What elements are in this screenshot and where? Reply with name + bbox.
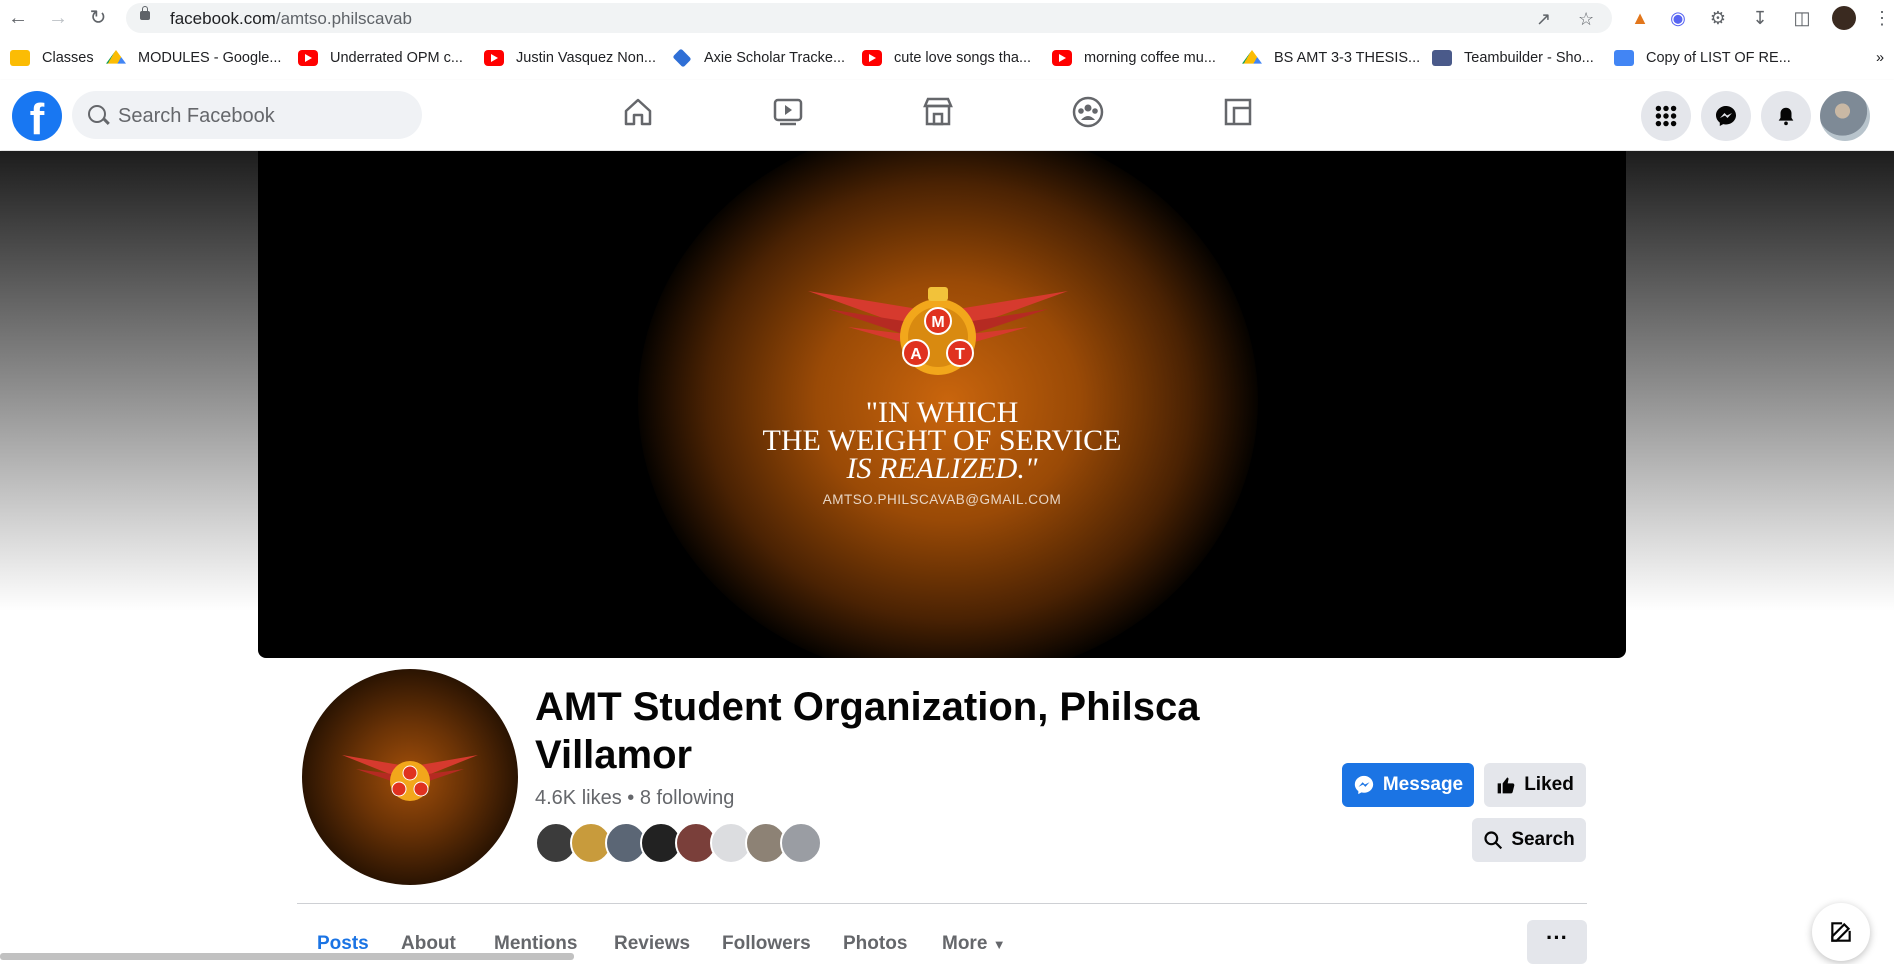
gaming-tab-icon[interactable] [1220, 94, 1264, 138]
metamask-icon[interactable]: ▲ [1628, 6, 1652, 30]
search-input[interactable] [116, 91, 410, 141]
tab-about[interactable]: About [401, 933, 456, 955]
bookmark-item[interactable]: Justin Vasquez Non... [484, 48, 656, 68]
download-icon[interactable]: ↧ [1748, 6, 1772, 30]
search-box[interactable] [72, 91, 422, 141]
messenger-icon[interactable] [1701, 91, 1751, 141]
watch-tab-icon[interactable] [770, 94, 814, 138]
bookmark-item[interactable]: Classes [10, 48, 94, 68]
reload-icon[interactable]: ↻ [86, 6, 110, 30]
new-message-button[interactable] [1812, 903, 1870, 961]
browser-toolbar: ← → ↻ facebook.com/amtso.philscavab ↗ ☆ … [0, 0, 1894, 36]
caret-down-icon: ▼ [992, 937, 1006, 952]
classroom-icon [10, 50, 30, 66]
page-search-button[interactable]: Search [1472, 818, 1586, 862]
account-avatar[interactable] [1820, 91, 1870, 141]
drive-icon [106, 50, 126, 64]
horizontal-scrollbar[interactable] [0, 953, 574, 960]
amt-emblem-logo: M A T [808, 287, 1068, 375]
url-text: facebook.com/amtso.philscavab [170, 9, 412, 28]
profile-avatar-icon[interactable] [1832, 6, 1856, 30]
quote-line-1: "IN WHICH [865, 396, 1019, 429]
bookmark-item[interactable]: BS AMT 3-3 THESIS... [1242, 48, 1420, 68]
tab-mentions[interactable]: Mentions [494, 933, 577, 955]
cover-quote: "IN WHICH THE WEIGHT OF SERVICE IS REALI… [258, 396, 1626, 485]
address-bar[interactable]: facebook.com/amtso.philscavab ↗ ☆ [126, 3, 1612, 33]
youtube-icon [1052, 50, 1072, 66]
tab-followers[interactable]: Followers [722, 933, 811, 955]
messenger-icon [1354, 775, 1374, 795]
bookmark-item[interactable]: Underrated OPM c... [298, 48, 463, 68]
tab-posts[interactable]: Posts [317, 933, 369, 955]
bookmark-item[interactable]: morning coffee mu... [1052, 48, 1216, 68]
axie-icon [672, 48, 692, 68]
menu-grid-icon[interactable] [1641, 91, 1691, 141]
kebab-menu-icon[interactable]: ⋮ [1870, 6, 1894, 30]
facebook-header: f [0, 80, 1894, 150]
notifications-bell-icon[interactable] [1761, 91, 1811, 141]
bookmark-star-icon[interactable]: ☆ [1578, 9, 1594, 29]
extension-icon[interactable]: ◉ [1666, 6, 1690, 30]
search-icon [1484, 831, 1503, 850]
home-tab-icon[interactable] [620, 94, 664, 138]
facebook-logo-icon[interactable]: f [12, 91, 62, 141]
message-button[interactable]: Message [1342, 763, 1474, 807]
cover-photo[interactable]: M A T "IN WHICH THE WEIGHT OF SERVICE IS… [258, 151, 1626, 658]
search-icon [88, 105, 106, 123]
bookmark-item[interactable]: Teambuilder - Sho... [1432, 48, 1594, 68]
emblem-letter-a: A [910, 346, 922, 363]
quote-line-3: IS REALIZED." [846, 452, 1038, 485]
emblem-letter-m: M [931, 314, 944, 331]
youtube-icon [862, 50, 882, 66]
tab-reviews[interactable]: Reviews [614, 933, 690, 955]
thumbs-up-icon [1497, 777, 1515, 794]
page-profile-picture[interactable] [298, 665, 522, 889]
marketplace-tab-icon[interactable] [920, 94, 964, 138]
liked-button[interactable]: Liked [1484, 763, 1586, 807]
cover-email: AMTSO.PHILSCAVAB@GMAIL.COM [822, 492, 1062, 507]
bookmarks-overflow-icon[interactable]: » [1876, 48, 1884, 68]
profile-divider [297, 903, 1587, 904]
side-panel-icon[interactable]: ◫ [1790, 6, 1814, 30]
more-options-button[interactable]: ··· [1527, 920, 1587, 964]
bookmark-item[interactable]: MODULES - Google... [106, 48, 281, 68]
tab-more[interactable]: More ▼ [942, 933, 1006, 955]
youtube-icon [298, 50, 318, 66]
groups-tab-icon[interactable] [1070, 94, 1114, 138]
friend-avatar[interactable] [780, 822, 822, 864]
bookmark-item[interactable]: Axie Scholar Tracke... [672, 48, 845, 68]
teambuilder-icon [1432, 50, 1452, 66]
emblem-letter-t: T [955, 346, 965, 363]
drive-icon [1242, 50, 1262, 64]
bookmarks-bar: Classes MODULES - Google... Underrated O… [0, 40, 1894, 74]
cover-backdrop: M A T "IN WHICH THE WEIGHT OF SERVICE IS… [0, 151, 1894, 662]
docs-icon [1614, 50, 1634, 66]
quote-line-2: THE WEIGHT OF SERVICE [762, 424, 1122, 457]
puzzle-icon[interactable]: ⚙ [1706, 6, 1730, 30]
bookmark-item[interactable]: cute love songs tha... [862, 48, 1031, 68]
share-icon[interactable]: ↗ [1536, 9, 1551, 29]
page-stats[interactable]: 4.6K likes • 8 following [535, 787, 734, 810]
page-title: AMT Student Organization, Philsca Villam… [535, 685, 1200, 777]
bookmark-item[interactable]: Copy of LIST OF RE... [1614, 48, 1791, 68]
forward-arrow-icon[interactable]: → [46, 6, 70, 30]
amt-emblem-small-logo [342, 755, 478, 801]
back-arrow-icon[interactable]: ← [6, 6, 30, 30]
lock-icon [140, 6, 150, 20]
compose-icon [1831, 922, 1851, 942]
tab-photos[interactable]: Photos [843, 933, 907, 955]
youtube-icon [484, 50, 504, 66]
